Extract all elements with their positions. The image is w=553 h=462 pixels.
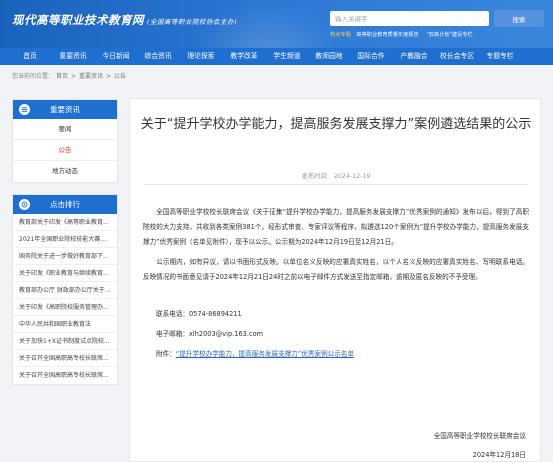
nav-item-home[interactable]: 首页: [23, 48, 37, 65]
search-input[interactable]: [330, 11, 489, 26]
nav-item-today-news[interactable]: 今日新闻: [102, 48, 129, 65]
email-value: xlh2003@vip.163.com: [188, 330, 264, 338]
article-title: 关于“提升学校办学能力，提高服务发展支撑力”案例遴选结果的公示: [140, 117, 532, 132]
contact-email: 电子邮箱：xlh2003@vip.163.com: [156, 328, 263, 338]
attachment-label: 附件：: [156, 350, 176, 358]
breadcrumb-separator: >: [106, 73, 112, 80]
publish-date-label: 发布时间:: [301, 173, 329, 180]
attachment: 附件：“提升学校办学能力，提高服务发展支撑力”优秀案例公示名单: [156, 348, 354, 358]
sidebar-ranking-title: 点击排行: [50, 200, 80, 209]
nav-item-industry[interactable]: 产教融合: [400, 48, 427, 65]
sidebar-item-local[interactable]: 地方动态: [13, 161, 117, 182]
ranking-list-item[interactable]: 中华人民共和国职业教育法: [13, 316, 117, 333]
article-paragraph: 公示期内，如有异议，请以书面形式反映。以单位名义反映的应署真实姓名，以个人名义反…: [143, 258, 529, 281]
ranking-list-item[interactable]: 关于召开全国高职高专校长联席...: [13, 350, 117, 367]
breadcrumb-section[interactable]: 重要资讯: [79, 73, 103, 80]
sidebar-news-title: 重要资讯: [50, 105, 80, 114]
ranking-list-item[interactable]: 关于加快1+X证书制度试点院校...: [13, 333, 117, 350]
logo-subtitle: (全国高等职业院校协会主办): [147, 18, 238, 26]
nav-item-students[interactable]: 学生频道: [273, 48, 300, 65]
sidebar-item-headlines[interactable]: 要闻: [13, 119, 117, 140]
nav-item-important-news[interactable]: 重要资讯: [59, 48, 86, 65]
hot-topics-label: 热点专题: [330, 32, 351, 38]
nav-item-general-news[interactable]: 综合资讯: [144, 48, 171, 65]
signature-date: 2024年12月18日: [472, 451, 526, 459]
ranking-list-item[interactable]: 关于召开全国高职高专校长联席...: [13, 367, 117, 384]
signature-org: 全国高等职业学校校长联席会议: [433, 432, 526, 440]
sidebar-news-header: 重要资讯: [13, 100, 117, 119]
nav-item-theory[interactable]: 理论探索: [187, 48, 214, 65]
breadcrumb-separator: >: [70, 73, 76, 80]
article-paragraph: 全国高等职业学校校长联席会议《关于征集“提升学校办学能力，提高服务发展支撑力”优…: [143, 208, 529, 246]
target-icon: [19, 199, 30, 210]
logo-text: 现代高等职业技术教育网: [12, 13, 144, 27]
article-publish-date: 发布时间: 2024-12-19: [130, 171, 542, 180]
title-divider: [144, 184, 528, 185]
main-nav: 首页 重要资讯 今日新闻 综合资讯 理论探索 教学改革 学生频道 教师园地 国际…: [0, 48, 553, 65]
ranking-list-item[interactable]: 关于印发《职业教育与继续教育...: [13, 265, 117, 282]
nav-item-presidents[interactable]: 校长会专区: [440, 48, 474, 65]
breadcrumb-current[interactable]: 公告: [114, 73, 126, 80]
nav-item-special-topics[interactable]: 专题专栏: [486, 48, 513, 65]
nav-item-teachers[interactable]: 教师园地: [315, 48, 342, 65]
list-icon: [19, 104, 30, 115]
sidebar-ranking-header: 点击排行: [13, 195, 117, 214]
site-header: 现代高等职业技术教育网(全国高等职业院校协会主办) 搜索 热点专题 高等职业教育…: [0, 0, 553, 48]
phone-value: 0574-86894211: [188, 310, 242, 318]
ranking-list-item[interactable]: 教育部办公厅 财政部办公厅关于...: [13, 282, 117, 299]
sidebar-news-panel: 重要资讯 要闻 公告 地方动态: [12, 99, 118, 183]
ranking-list-item[interactable]: 国务院关于进一步做好教育部下...: [13, 248, 117, 265]
nav-item-teaching-reform[interactable]: 教学改革: [230, 48, 257, 65]
ranking-list-item[interactable]: 2021年全国职业院校技能大赛同...: [13, 231, 117, 248]
breadcrumb-home[interactable]: 首页: [56, 73, 68, 80]
attachment-link[interactable]: “提升学校办学能力，提高服务发展支撑力”优秀案例公示名单: [176, 350, 354, 358]
ranking-list-item[interactable]: 关于印发《高职院校服务管理办...: [13, 299, 117, 316]
breadcrumb-label: 您当前的位置：: [12, 73, 55, 80]
ranking-list-item[interactable]: 教育部关于印发《高等职业教育...: [13, 214, 117, 231]
phone-label: 联系电话：: [156, 310, 189, 318]
sidebar-item-announcements[interactable]: 公告: [13, 140, 117, 161]
hot-topics: 热点专题 高等职业教育质量年度报告 "双高计划"建设专栏: [330, 31, 479, 38]
search-button[interactable]: 搜索: [494, 10, 544, 27]
article-panel: 关于“提升学校办学能力，提高服务发展支撑力”案例遴选结果的公示 发布时间: 202…: [129, 98, 541, 462]
hot-topic-link[interactable]: "双高计划"建设专栏: [426, 32, 472, 38]
sidebar-ranking-panel: 点击排行 教育部关于印发《高等职业教育... 2021年全国职业院校技能大赛同.…: [12, 194, 118, 385]
hot-topic-link[interactable]: 高等职业教育质量年度报告: [356, 32, 418, 38]
email-label: 电子邮箱：: [156, 330, 189, 338]
publish-date-value: 2024-12-19: [333, 173, 371, 180]
breadcrumb: 您当前的位置： 首页 > 重要资讯 > 公告: [12, 71, 126, 80]
contact-phone: 联系电话：0574-86894211: [156, 308, 242, 318]
site-logo[interactable]: 现代高等职业技术教育网 (全国高等职业院校协会主办): [12, 12, 237, 28]
nav-item-international[interactable]: 国际合作: [357, 48, 384, 65]
